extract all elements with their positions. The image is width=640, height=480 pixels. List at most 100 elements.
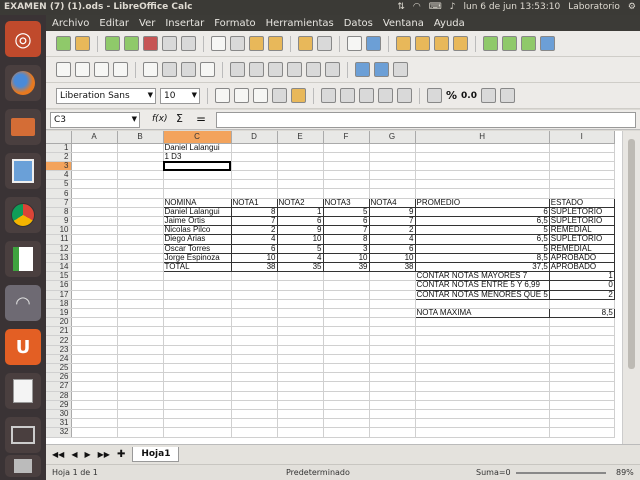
cell-c20[interactable] — [163, 317, 232, 328]
cell-b30[interactable] — [117, 409, 164, 420]
cell-a12[interactable] — [71, 244, 118, 254]
cell-i8[interactable]: SUPLETORIO — [548, 206, 615, 218]
menu-editar[interactable]: Editar — [99, 18, 129, 29]
cell-c31[interactable] — [163, 418, 232, 429]
cell-f3[interactable] — [323, 161, 370, 172]
cell-e25[interactable] — [277, 363, 324, 374]
cell-c22[interactable] — [163, 335, 232, 346]
cell-d21[interactable] — [231, 326, 278, 337]
cell-a16[interactable] — [71, 280, 118, 291]
cell-g18[interactable] — [369, 299, 416, 309]
cell-i7[interactable]: ESTADO — [548, 197, 615, 208]
row-header[interactable]: 1 — [46, 143, 72, 153]
row-header[interactable]: 4 — [46, 170, 72, 181]
spelling-icon[interactable] — [366, 36, 381, 51]
cell-grid[interactable]: ABCDEFGHI 1 Daniel Lalangui 2 1 D3 3 4 5 6 7 NOMI… — [46, 131, 615, 438]
cell-i19[interactable]: 8,5 — [548, 307, 615, 319]
cell-d22[interactable] — [231, 335, 278, 346]
cell-c11[interactable]: Diego Arias — [162, 234, 232, 245]
clock[interactable]: lun 6 de jun 13:53:10 — [464, 2, 561, 12]
row-header[interactable]: 9 — [46, 216, 72, 227]
cell-c27[interactable] — [163, 381, 232, 392]
input-line[interactable] — [216, 112, 636, 128]
cell-b4[interactable] — [117, 170, 164, 181]
row-header[interactable]: 12 — [46, 244, 72, 254]
cell-h26[interactable] — [415, 372, 550, 383]
cell-b18[interactable] — [117, 299, 164, 309]
cell-h28[interactable] — [415, 391, 550, 401]
cell-a24[interactable] — [71, 354, 118, 365]
cell-e26[interactable] — [277, 372, 324, 383]
cell-g17[interactable] — [369, 290, 416, 300]
files-icon[interactable] — [5, 109, 41, 145]
cell-h12[interactable]: 5 — [414, 243, 550, 254]
cell-g21[interactable] — [369, 326, 416, 337]
cell-f32[interactable] — [323, 427, 370, 438]
add-sheet-icon[interactable]: ✚ — [117, 449, 125, 460]
cell-f16[interactable] — [323, 280, 370, 291]
cell-g15[interactable] — [369, 271, 416, 282]
cell-c18[interactable] — [163, 299, 232, 309]
symbol-shapes-icon[interactable] — [249, 62, 264, 77]
cell-c28[interactable] — [163, 391, 232, 401]
cell-g10[interactable]: 2 — [368, 225, 416, 236]
cell-e1[interactable] — [277, 143, 324, 153]
column-header-f[interactable]: F — [323, 131, 370, 144]
cell-a4[interactable] — [71, 170, 118, 181]
cell-h10[interactable]: 5 — [414, 225, 550, 236]
cell-g32[interactable] — [369, 427, 416, 438]
cell-e21[interactable] — [277, 326, 324, 337]
underline-icon[interactable] — [253, 88, 268, 103]
sort-icon[interactable]: ⇅ — [397, 2, 405, 12]
cell-a15[interactable] — [71, 271, 118, 282]
cell-e9[interactable]: 6 — [276, 215, 324, 227]
row-header[interactable]: 17 — [46, 290, 72, 300]
row-header[interactable]: 30 — [46, 409, 72, 420]
row-header[interactable]: 31 — [46, 418, 72, 429]
export-icon[interactable] — [124, 36, 139, 51]
cell-c3[interactable] — [163, 161, 232, 172]
cell-g20[interactable] — [369, 317, 416, 328]
cell-c17[interactable] — [163, 290, 232, 300]
cell-g2[interactable] — [369, 152, 416, 162]
paste-icon[interactable] — [249, 36, 264, 51]
cell-e10[interactable]: 9 — [276, 225, 324, 236]
cell-i17[interactable]: 2 — [548, 289, 615, 300]
cell-i22[interactable] — [549, 335, 615, 346]
first-sheet-icon[interactable]: ◀◀ — [52, 450, 64, 459]
cut-icon[interactable] — [211, 36, 226, 51]
sort-descending-icon[interactable] — [521, 36, 536, 51]
cell-b12[interactable] — [117, 244, 164, 254]
cell-a29[interactable] — [71, 400, 118, 410]
cell-b16[interactable] — [117, 280, 164, 291]
next-sheet-icon[interactable]: ▶ — [84, 450, 90, 459]
cell-d23[interactable] — [231, 345, 278, 355]
cell-i26[interactable] — [549, 372, 615, 383]
line-icon[interactable] — [143, 62, 158, 77]
font-size-select[interactable]: 10 ▼ — [160, 87, 200, 104]
cell-e30[interactable] — [277, 409, 324, 420]
cell-e6[interactable] — [277, 188, 324, 199]
cell-e16[interactable] — [277, 280, 324, 291]
cell-f20[interactable] — [323, 317, 370, 328]
cell-b6[interactable] — [117, 188, 164, 199]
menu-herramientas[interactable]: Herramientas — [266, 18, 334, 29]
workspace-switcher-icon[interactable] — [5, 417, 41, 453]
cell-h4[interactable] — [415, 170, 550, 181]
menu-datos[interactable]: Datos — [344, 18, 373, 29]
cell-a18[interactable] — [71, 299, 118, 309]
redo-icon[interactable] — [317, 36, 332, 51]
cell-e23[interactable] — [277, 345, 324, 355]
cell-c5[interactable] — [163, 179, 232, 190]
cell-h32[interactable] — [415, 427, 550, 438]
align-right-icon[interactable] — [359, 88, 374, 103]
vertical-text-icon[interactable] — [113, 62, 128, 77]
cell-g5[interactable] — [369, 179, 416, 190]
cell-h21[interactable] — [415, 326, 550, 337]
cell-b2[interactable] — [117, 152, 164, 162]
text-icon[interactable] — [75, 62, 90, 77]
cell-f15[interactable] — [323, 271, 370, 282]
name-box[interactable]: C3 ▼ — [50, 112, 140, 128]
cell-c26[interactable] — [163, 372, 232, 383]
cell-h18[interactable] — [415, 299, 550, 309]
